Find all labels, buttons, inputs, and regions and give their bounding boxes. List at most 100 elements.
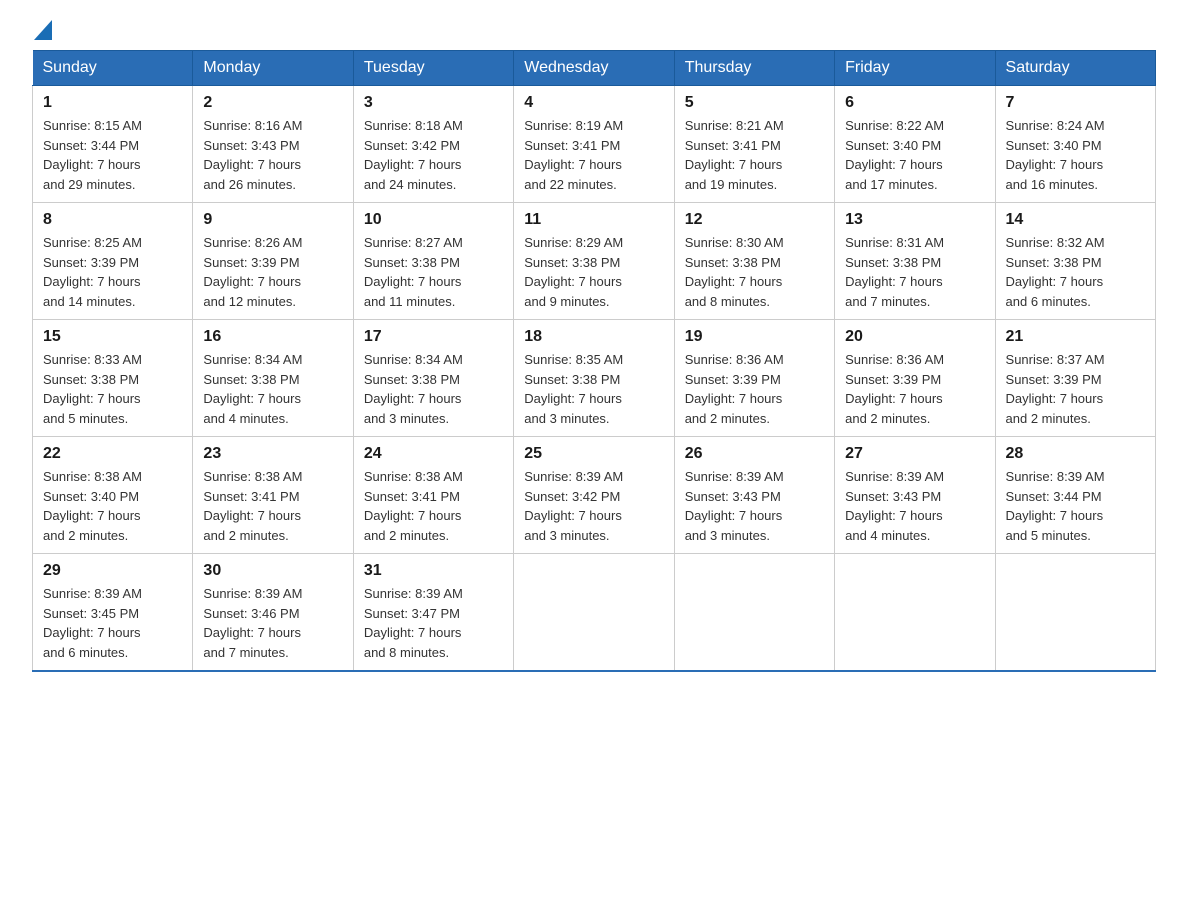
calendar-cell: 4 Sunrise: 8:19 AM Sunset: 3:41 PM Dayli… [514, 86, 674, 203]
calendar-cell: 23 Sunrise: 8:38 AM Sunset: 3:41 PM Dayl… [193, 437, 353, 554]
day-info: Sunrise: 8:37 AM Sunset: 3:39 PM Dayligh… [1006, 350, 1145, 428]
day-number: 30 [203, 562, 342, 580]
day-info: Sunrise: 8:24 AM Sunset: 3:40 PM Dayligh… [1006, 116, 1145, 194]
day-number: 1 [43, 94, 182, 112]
calendar-cell: 25 Sunrise: 8:39 AM Sunset: 3:42 PM Dayl… [514, 437, 674, 554]
weekday-header-monday: Monday [193, 51, 353, 86]
calendar-cell: 13 Sunrise: 8:31 AM Sunset: 3:38 PM Dayl… [835, 203, 995, 320]
weekday-header-sunday: Sunday [33, 51, 193, 86]
day-info: Sunrise: 8:26 AM Sunset: 3:39 PM Dayligh… [203, 233, 342, 311]
day-info: Sunrise: 8:36 AM Sunset: 3:39 PM Dayligh… [845, 350, 984, 428]
day-number: 24 [364, 445, 503, 463]
calendar-cell: 5 Sunrise: 8:21 AM Sunset: 3:41 PM Dayli… [674, 86, 834, 203]
day-number: 29 [43, 562, 182, 580]
calendar-cell: 11 Sunrise: 8:29 AM Sunset: 3:38 PM Dayl… [514, 203, 674, 320]
day-number: 26 [685, 445, 824, 463]
calendar-cell [835, 554, 995, 672]
day-info: Sunrise: 8:30 AM Sunset: 3:38 PM Dayligh… [685, 233, 824, 311]
weekday-header-saturday: Saturday [995, 51, 1155, 86]
day-number: 13 [845, 211, 984, 229]
day-number: 28 [1006, 445, 1145, 463]
day-number: 19 [685, 328, 824, 346]
calendar-cell [995, 554, 1155, 672]
calendar-cell [674, 554, 834, 672]
day-info: Sunrise: 8:31 AM Sunset: 3:38 PM Dayligh… [845, 233, 984, 311]
day-number: 22 [43, 445, 182, 463]
day-info: Sunrise: 8:22 AM Sunset: 3:40 PM Dayligh… [845, 116, 984, 194]
calendar-cell: 12 Sunrise: 8:30 AM Sunset: 3:38 PM Dayl… [674, 203, 834, 320]
weekday-header-tuesday: Tuesday [353, 51, 513, 86]
day-info: Sunrise: 8:18 AM Sunset: 3:42 PM Dayligh… [364, 116, 503, 194]
calendar-cell: 28 Sunrise: 8:39 AM Sunset: 3:44 PM Dayl… [995, 437, 1155, 554]
calendar-cell: 6 Sunrise: 8:22 AM Sunset: 3:40 PM Dayli… [835, 86, 995, 203]
calendar-cell: 1 Sunrise: 8:15 AM Sunset: 3:44 PM Dayli… [33, 86, 193, 203]
day-info: Sunrise: 8:39 AM Sunset: 3:43 PM Dayligh… [845, 467, 984, 545]
page-header [32, 24, 1156, 40]
day-number: 2 [203, 94, 342, 112]
day-info: Sunrise: 8:16 AM Sunset: 3:43 PM Dayligh… [203, 116, 342, 194]
day-info: Sunrise: 8:21 AM Sunset: 3:41 PM Dayligh… [685, 116, 824, 194]
calendar-cell: 20 Sunrise: 8:36 AM Sunset: 3:39 PM Dayl… [835, 320, 995, 437]
calendar-cell: 21 Sunrise: 8:37 AM Sunset: 3:39 PM Dayl… [995, 320, 1155, 437]
day-number: 6 [845, 94, 984, 112]
day-info: Sunrise: 8:34 AM Sunset: 3:38 PM Dayligh… [364, 350, 503, 428]
day-number: 4 [524, 94, 663, 112]
day-info: Sunrise: 8:29 AM Sunset: 3:38 PM Dayligh… [524, 233, 663, 311]
calendar-cell [514, 554, 674, 672]
day-number: 18 [524, 328, 663, 346]
calendar-cell: 2 Sunrise: 8:16 AM Sunset: 3:43 PM Dayli… [193, 86, 353, 203]
calendar-cell: 18 Sunrise: 8:35 AM Sunset: 3:38 PM Dayl… [514, 320, 674, 437]
weekday-header-thursday: Thursday [674, 51, 834, 86]
day-number: 15 [43, 328, 182, 346]
day-info: Sunrise: 8:39 AM Sunset: 3:42 PM Dayligh… [524, 467, 663, 545]
calendar-cell: 8 Sunrise: 8:25 AM Sunset: 3:39 PM Dayli… [33, 203, 193, 320]
day-number: 8 [43, 211, 182, 229]
day-info: Sunrise: 8:39 AM Sunset: 3:43 PM Dayligh… [685, 467, 824, 545]
day-info: Sunrise: 8:39 AM Sunset: 3:44 PM Dayligh… [1006, 467, 1145, 545]
day-info: Sunrise: 8:33 AM Sunset: 3:38 PM Dayligh… [43, 350, 182, 428]
day-info: Sunrise: 8:38 AM Sunset: 3:40 PM Dayligh… [43, 467, 182, 545]
week-row-3: 15 Sunrise: 8:33 AM Sunset: 3:38 PM Dayl… [33, 320, 1156, 437]
calendar-cell: 31 Sunrise: 8:39 AM Sunset: 3:47 PM Dayl… [353, 554, 513, 672]
day-number: 14 [1006, 211, 1145, 229]
calendar-cell: 30 Sunrise: 8:39 AM Sunset: 3:46 PM Dayl… [193, 554, 353, 672]
week-row-2: 8 Sunrise: 8:25 AM Sunset: 3:39 PM Dayli… [33, 203, 1156, 320]
day-info: Sunrise: 8:38 AM Sunset: 3:41 PM Dayligh… [364, 467, 503, 545]
day-info: Sunrise: 8:35 AM Sunset: 3:38 PM Dayligh… [524, 350, 663, 428]
day-info: Sunrise: 8:39 AM Sunset: 3:46 PM Dayligh… [203, 584, 342, 662]
calendar-table: SundayMondayTuesdayWednesdayThursdayFrid… [32, 50, 1156, 672]
day-info: Sunrise: 8:34 AM Sunset: 3:38 PM Dayligh… [203, 350, 342, 428]
day-info: Sunrise: 8:19 AM Sunset: 3:41 PM Dayligh… [524, 116, 663, 194]
calendar-cell: 17 Sunrise: 8:34 AM Sunset: 3:38 PM Dayl… [353, 320, 513, 437]
week-row-4: 22 Sunrise: 8:38 AM Sunset: 3:40 PM Dayl… [33, 437, 1156, 554]
calendar-cell: 19 Sunrise: 8:36 AM Sunset: 3:39 PM Dayl… [674, 320, 834, 437]
day-info: Sunrise: 8:15 AM Sunset: 3:44 PM Dayligh… [43, 116, 182, 194]
day-number: 11 [524, 211, 663, 229]
week-row-5: 29 Sunrise: 8:39 AM Sunset: 3:45 PM Dayl… [33, 554, 1156, 672]
day-number: 20 [845, 328, 984, 346]
day-info: Sunrise: 8:38 AM Sunset: 3:41 PM Dayligh… [203, 467, 342, 545]
day-number: 16 [203, 328, 342, 346]
day-number: 3 [364, 94, 503, 112]
day-number: 10 [364, 211, 503, 229]
weekday-header-friday: Friday [835, 51, 995, 86]
calendar-cell: 24 Sunrise: 8:38 AM Sunset: 3:41 PM Dayl… [353, 437, 513, 554]
weekday-header-wednesday: Wednesday [514, 51, 674, 86]
day-number: 25 [524, 445, 663, 463]
day-info: Sunrise: 8:32 AM Sunset: 3:38 PM Dayligh… [1006, 233, 1145, 311]
weekday-header-row: SundayMondayTuesdayWednesdayThursdayFrid… [33, 51, 1156, 86]
logo-triangle-icon [34, 20, 52, 40]
logo [32, 24, 52, 40]
day-number: 27 [845, 445, 984, 463]
day-number: 9 [203, 211, 342, 229]
day-number: 7 [1006, 94, 1145, 112]
calendar-cell: 29 Sunrise: 8:39 AM Sunset: 3:45 PM Dayl… [33, 554, 193, 672]
week-row-1: 1 Sunrise: 8:15 AM Sunset: 3:44 PM Dayli… [33, 86, 1156, 203]
calendar-cell: 27 Sunrise: 8:39 AM Sunset: 3:43 PM Dayl… [835, 437, 995, 554]
day-info: Sunrise: 8:39 AM Sunset: 3:47 PM Dayligh… [364, 584, 503, 662]
day-info: Sunrise: 8:36 AM Sunset: 3:39 PM Dayligh… [685, 350, 824, 428]
calendar-cell: 16 Sunrise: 8:34 AM Sunset: 3:38 PM Dayl… [193, 320, 353, 437]
day-number: 21 [1006, 328, 1145, 346]
calendar-cell: 10 Sunrise: 8:27 AM Sunset: 3:38 PM Dayl… [353, 203, 513, 320]
day-info: Sunrise: 8:27 AM Sunset: 3:38 PM Dayligh… [364, 233, 503, 311]
